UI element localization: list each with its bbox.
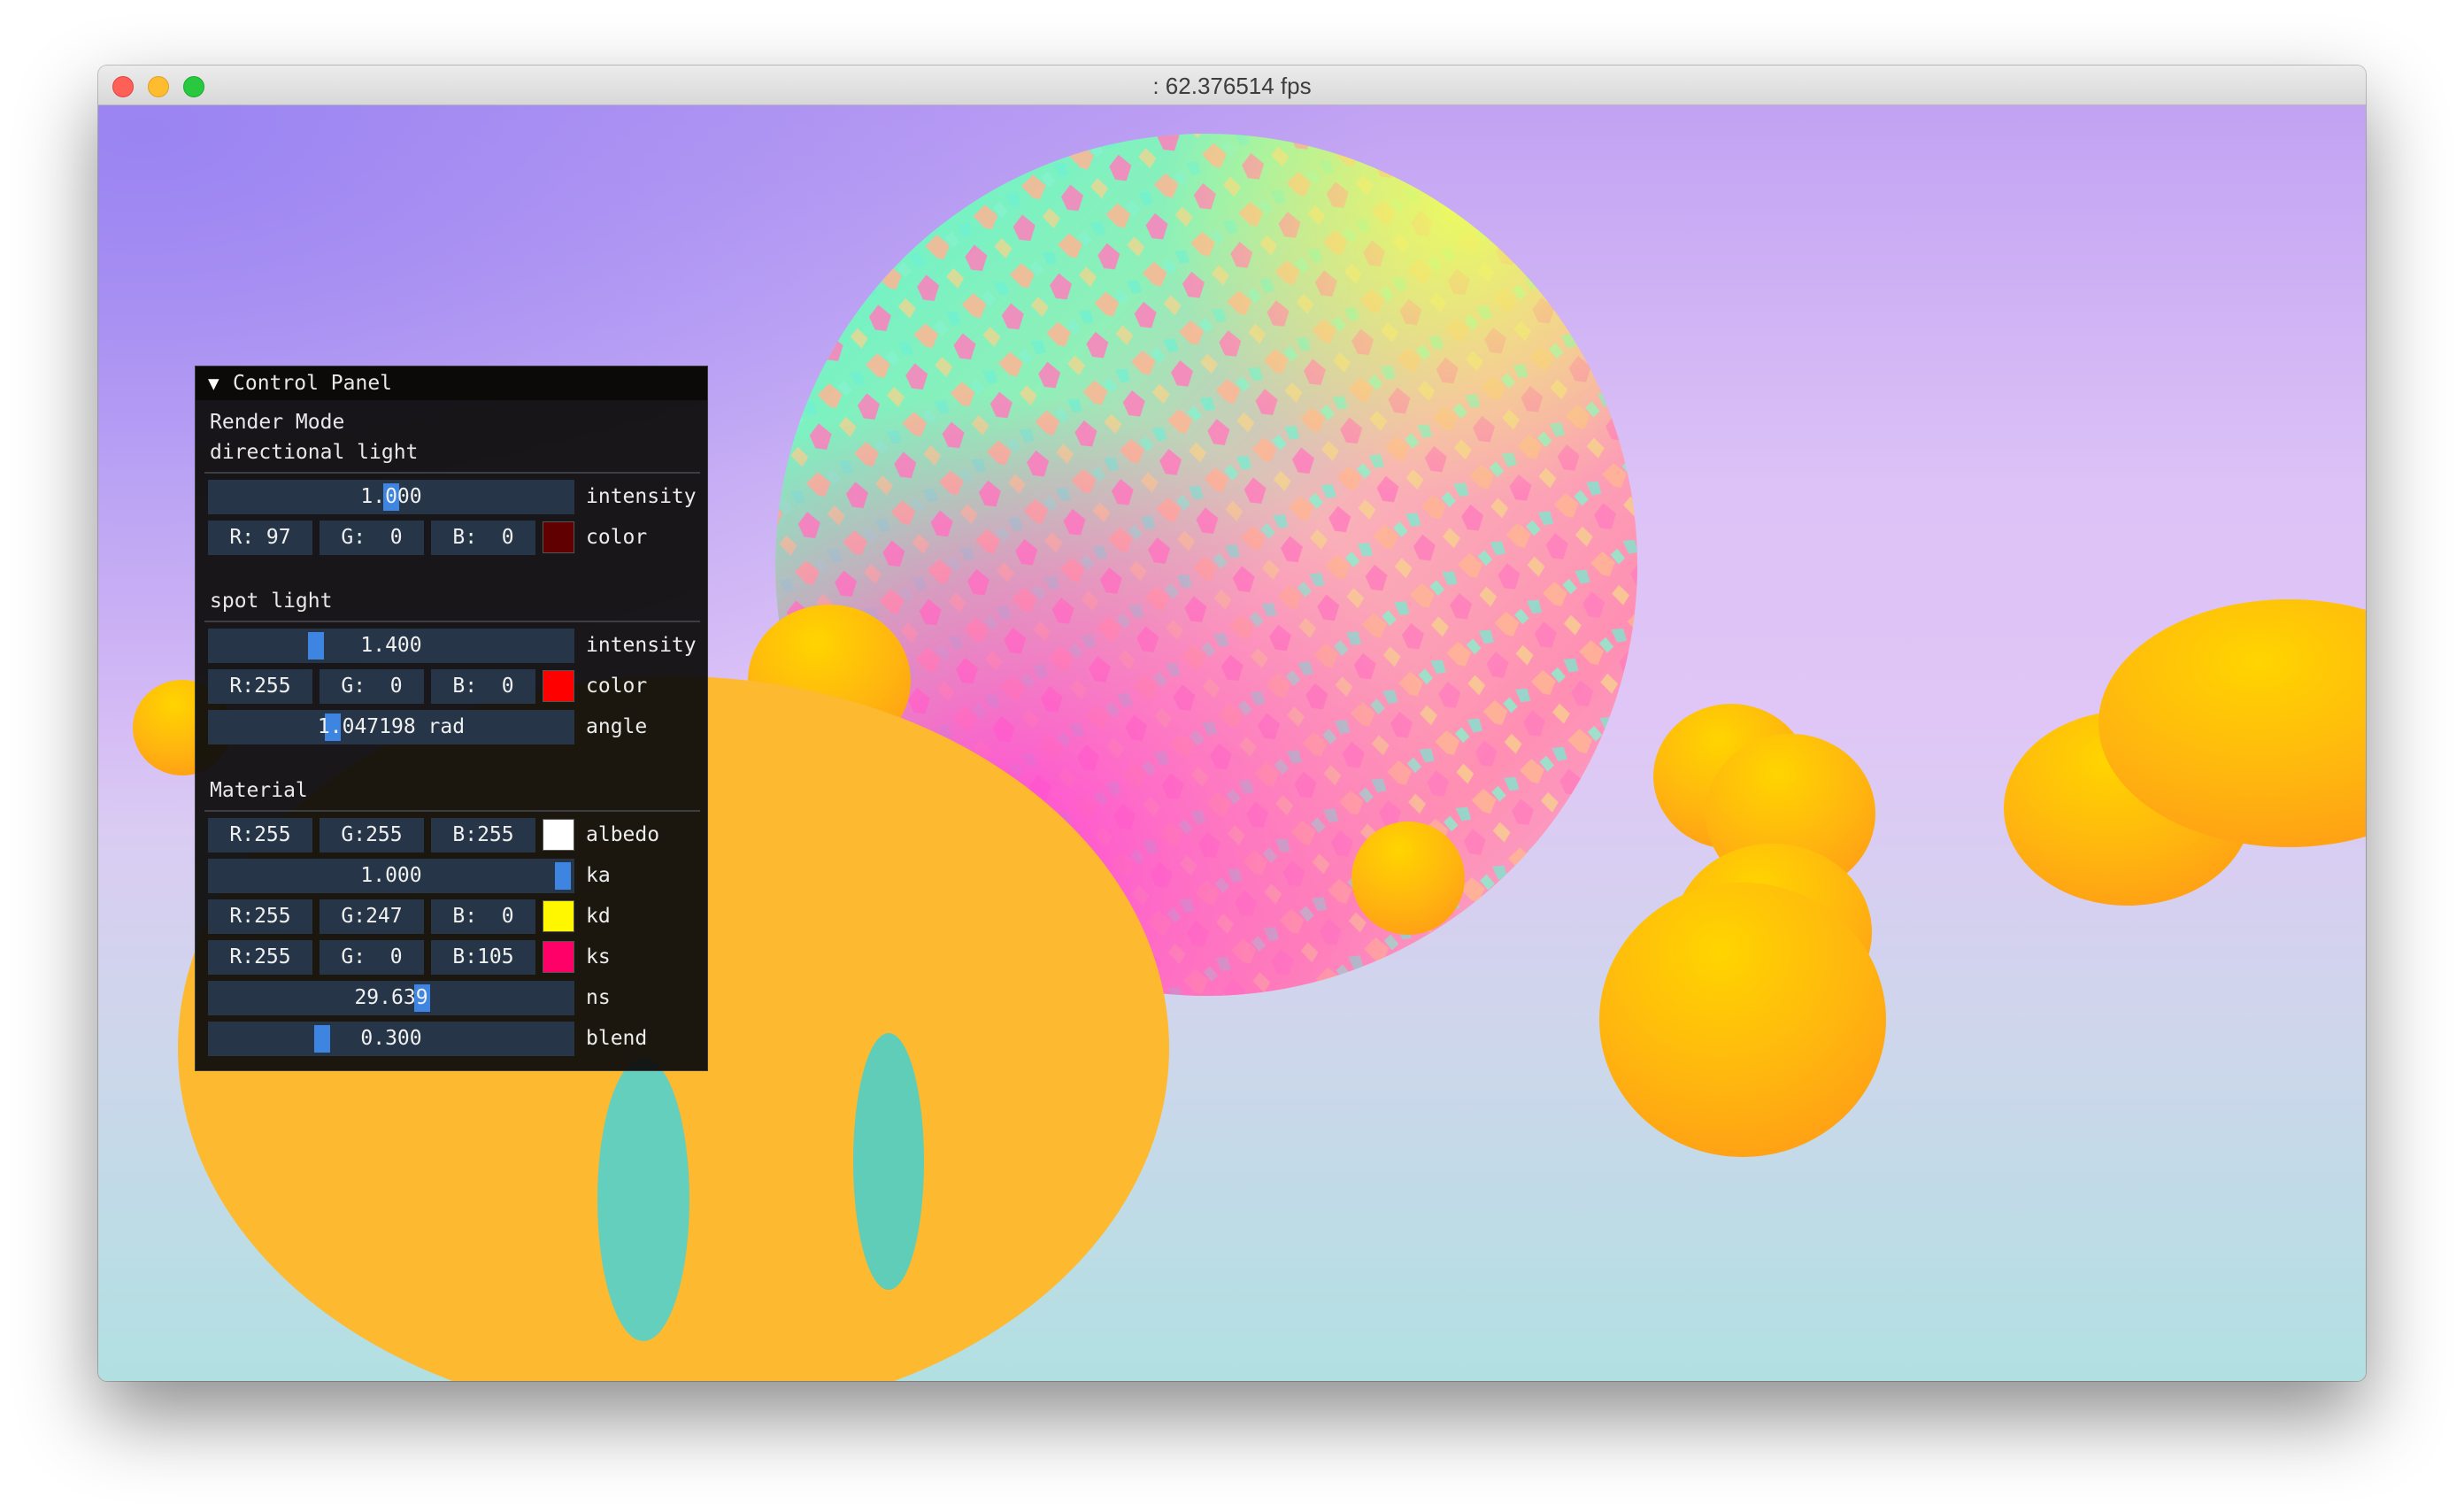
spot-intensity-slider[interactable]: 1.400 xyxy=(208,629,574,663)
directional-color-r[interactable]: R: 97 xyxy=(208,521,312,555)
render-viewport[interactable]: ▼ Control Panel Render Mode directional … xyxy=(98,105,2366,1381)
spot-color-b[interactable]: B: 0 xyxy=(431,669,535,704)
panel-title: Control Panel xyxy=(233,372,393,395)
collapse-triangle-icon[interactable]: ▼ xyxy=(208,366,219,400)
separator xyxy=(204,472,700,474)
albedo-r[interactable]: R:255 xyxy=(208,818,312,852)
kd-b[interactable]: B: 0 xyxy=(431,899,535,934)
albedo-g[interactable]: G:255 xyxy=(320,818,424,852)
title-bar[interactable]: : 62.376514 fps xyxy=(98,66,2366,105)
directional-intensity-label: intensity xyxy=(586,485,697,508)
blend-slider[interactable]: 0.300 xyxy=(208,1022,574,1056)
spot-color-r[interactable]: R:255 xyxy=(208,669,312,704)
separator xyxy=(204,810,700,812)
ns-slider[interactable]: 29.639 xyxy=(208,981,574,1015)
kd-r[interactable]: R:255 xyxy=(208,899,312,934)
separator xyxy=(204,621,700,622)
directional-color-label: color xyxy=(586,526,648,549)
ks-label: ks xyxy=(586,945,611,968)
blend-label: blend xyxy=(586,1027,648,1050)
spot-light-section: spot light xyxy=(210,590,333,613)
directional-color-b[interactable]: B: 0 xyxy=(431,521,535,555)
panel-header[interactable]: ▼ Control Panel xyxy=(196,366,707,400)
spot-intensity-label: intensity xyxy=(586,634,697,657)
kd-swatch[interactable] xyxy=(543,900,574,932)
albedo-label: albedo xyxy=(586,823,660,846)
spot-color-g[interactable]: G: 0 xyxy=(320,669,424,704)
ka-slider[interactable]: 1.000 xyxy=(208,859,574,893)
directional-color-g[interactable]: G: 0 xyxy=(320,521,424,555)
window-title: : 62.376514 fps xyxy=(1152,73,1312,99)
spot-angle-slider[interactable]: 1.047198 rad xyxy=(208,710,574,744)
ns-label: ns xyxy=(586,986,611,1009)
ks-g[interactable]: G: 0 xyxy=(320,940,424,975)
spot-color-label: color xyxy=(586,675,648,698)
app-window: : 62.376514 fps ▼ Control Panel Render M… xyxy=(98,66,2366,1381)
ka-label: ka xyxy=(586,864,611,887)
directional-light-section: directional light xyxy=(210,441,419,464)
kd-label: kd xyxy=(586,905,611,928)
control-panel[interactable]: ▼ Control Panel Render Mode directional … xyxy=(195,366,708,1071)
albedo-b[interactable]: B:255 xyxy=(431,818,535,852)
kd-g[interactable]: G:247 xyxy=(320,899,424,934)
ks-b[interactable]: B:105 xyxy=(431,940,535,975)
ks-swatch[interactable] xyxy=(543,941,574,973)
directional-intensity-slider[interactable]: 1.000 xyxy=(208,480,574,514)
material-section: Material xyxy=(210,779,308,802)
directional-color-swatch[interactable] xyxy=(543,521,574,553)
spot-angle-label: angle xyxy=(586,715,648,738)
spot-color-swatch[interactable] xyxy=(543,670,574,702)
ks-r[interactable]: R:255 xyxy=(208,940,312,975)
albedo-swatch[interactable] xyxy=(543,819,574,851)
render-mode-label: Render Mode xyxy=(210,411,345,434)
